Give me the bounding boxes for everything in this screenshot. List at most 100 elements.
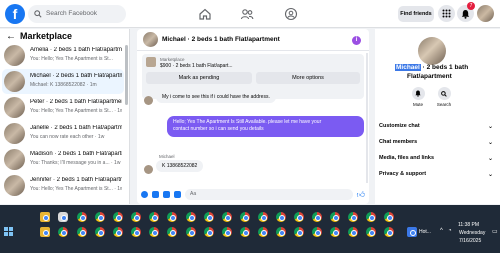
back-arrow-icon[interactable]: ← bbox=[6, 31, 16, 42]
chrome-icon[interactable] bbox=[258, 227, 268, 237]
top-navigation-bar: f Search Facebook Find friends 7 bbox=[0, 0, 500, 28]
menu-grid-button[interactable] bbox=[438, 5, 455, 22]
chrome-icon[interactable] bbox=[95, 227, 105, 237]
chrome-icon[interactable] bbox=[149, 227, 159, 237]
chrome-icon[interactable] bbox=[258, 212, 268, 222]
chrome-icon[interactable] bbox=[186, 212, 196, 222]
chrome-icon[interactable] bbox=[366, 212, 376, 222]
chat-title[interactable]: Michael · 2 beds 1 bath Flat/apartment bbox=[162, 36, 280, 43]
chrome-icon[interactable] bbox=[222, 227, 232, 237]
chrome-icon[interactable] bbox=[113, 227, 123, 237]
message-placeholder: Aa bbox=[190, 191, 197, 197]
taskbar-app-label[interactable]: Hot... bbox=[419, 229, 431, 235]
chrome-icon[interactable] bbox=[348, 212, 358, 222]
section-media-files-links[interactable]: Media, files and links ⌄ bbox=[379, 155, 497, 162]
facebook-logo[interactable]: f bbox=[5, 4, 25, 24]
chrome-icon[interactable] bbox=[330, 212, 340, 222]
groups-icon[interactable] bbox=[284, 7, 298, 21]
chrome-icon[interactable] bbox=[149, 212, 159, 222]
conversation-snippet: You can now rate each other · 1w bbox=[30, 134, 105, 140]
conversation-item-jennifer[interactable]: Jennifer · 2 beds 1 bath Flat/apartm... … bbox=[2, 173, 124, 198]
tray-chevron-up-icon[interactable]: ^ bbox=[440, 228, 443, 234]
gif-icon[interactable] bbox=[174, 191, 181, 198]
conversation-item-janelle[interactable]: Janelle · 2 beds 1 bath Flat/apartm... Y… bbox=[2, 121, 124, 146]
like-icon[interactable]: 👍︎ bbox=[357, 190, 365, 200]
chrome-icon[interactable] bbox=[294, 212, 304, 222]
chrome-icon[interactable] bbox=[312, 227, 322, 237]
friends-icon[interactable] bbox=[240, 7, 254, 21]
find-friends-button[interactable]: Find friends bbox=[398, 6, 434, 22]
plus-icon[interactable] bbox=[141, 191, 148, 198]
chrome-icon[interactable] bbox=[348, 227, 358, 237]
conversation-item-amelia[interactable]: Amelia · 2 beds 1 bath Flat/apartm... Yo… bbox=[2, 43, 124, 68]
listing-source: Marketplace bbox=[160, 57, 185, 62]
app-icon[interactable] bbox=[58, 212, 68, 222]
conversation-title: Janelle · 2 beds 1 bath Flat/apartm... bbox=[30, 125, 122, 131]
conversation-item-madison[interactable]: Madison · 2 beds 1 bath Flat/apartm... Y… bbox=[2, 147, 124, 172]
chrome-icon[interactable] bbox=[77, 227, 87, 237]
notification-center-icon[interactable]: ▭ bbox=[492, 228, 498, 235]
search-conversation-button[interactable]: Search bbox=[432, 87, 456, 107]
mark-as-pending-button[interactable]: Mark as pending bbox=[146, 72, 252, 84]
search-input[interactable]: Search Facebook bbox=[28, 5, 126, 23]
more-options-button[interactable]: More options bbox=[256, 72, 360, 84]
chrome-icon[interactable] bbox=[312, 212, 322, 222]
conversations-scrollbar[interactable] bbox=[125, 45, 128, 105]
chrome-icon[interactable] bbox=[240, 227, 250, 237]
windows-start-icon[interactable] bbox=[4, 227, 13, 236]
listing-price[interactable]: $900 · 2 beds 1 bath Flat/apart... bbox=[160, 63, 233, 69]
chrome-icon[interactable] bbox=[276, 227, 286, 237]
file-explorer-icon[interactable] bbox=[40, 227, 50, 237]
clock-time[interactable]: 11:38 PM bbox=[458, 222, 479, 228]
conversation-snippet: You: Hello; Yes The Apartment is St... ·… bbox=[30, 108, 122, 114]
profile-avatar-button[interactable] bbox=[477, 5, 494, 22]
message-line: contact number so i can send you details bbox=[173, 126, 264, 133]
conversation-item-michael[interactable]: Michael · 2 beds 1 bath Flat/apartm... M… bbox=[2, 69, 124, 94]
contact-avatar[interactable] bbox=[418, 37, 446, 65]
message-input[interactable]: Aa bbox=[185, 189, 353, 200]
conversation-title: Jennifer · 2 beds 1 bath Flat/apartm... bbox=[30, 177, 122, 183]
avatar bbox=[4, 45, 25, 66]
clock-date[interactable]: 7/16/2025 bbox=[459, 238, 481, 244]
chrome-icon[interactable] bbox=[240, 212, 250, 222]
section-privacy-support[interactable]: Privacy & support ⌄ bbox=[379, 171, 497, 178]
chrome-icon[interactable] bbox=[186, 227, 196, 237]
folder-icon[interactable] bbox=[40, 212, 50, 222]
search-label: Search bbox=[436, 102, 452, 107]
chrome-icon[interactable] bbox=[77, 212, 87, 222]
chrome-icon[interactable] bbox=[131, 227, 141, 237]
section-chat-members[interactable]: Chat members ⌄ bbox=[379, 139, 497, 146]
app-window-icon[interactable] bbox=[407, 227, 417, 237]
listing-thumbnail[interactable] bbox=[146, 57, 156, 67]
chrome-icon[interactable] bbox=[222, 212, 232, 222]
chrome-icon[interactable] bbox=[95, 212, 105, 222]
avatar bbox=[4, 123, 25, 144]
chat-scrollbar[interactable] bbox=[366, 53, 368, 183]
conversation-item-peter[interactable]: Peter · 2 beds 1 bath Flat/apartment You… bbox=[2, 95, 124, 120]
chrome-icon[interactable] bbox=[113, 212, 123, 222]
chrome-icon[interactable] bbox=[366, 227, 376, 237]
clock-day[interactable]: Wednesday bbox=[459, 230, 485, 236]
chat-avatar[interactable] bbox=[143, 32, 158, 47]
chrome-icon[interactable] bbox=[330, 227, 340, 237]
chrome-icon[interactable] bbox=[384, 227, 394, 237]
network-icon[interactable]: ◔ bbox=[448, 228, 452, 234]
avatar bbox=[4, 175, 25, 196]
avatar bbox=[4, 149, 25, 170]
chrome-icon[interactable] bbox=[204, 212, 214, 222]
chrome-icon[interactable] bbox=[294, 227, 304, 237]
section-customize-chat[interactable]: Customize chat ⌄ bbox=[379, 123, 497, 130]
chrome-icon[interactable] bbox=[276, 212, 286, 222]
chrome-icon[interactable] bbox=[58, 227, 68, 237]
image-icon[interactable] bbox=[152, 191, 159, 198]
chevron-down-icon: ⌄ bbox=[487, 140, 493, 146]
chrome-icon[interactable] bbox=[131, 212, 141, 222]
chrome-icon[interactable] bbox=[204, 227, 214, 237]
sticker-icon[interactable] bbox=[163, 191, 170, 198]
chrome-icon[interactable] bbox=[167, 227, 177, 237]
info-icon[interactable]: i bbox=[352, 36, 361, 45]
chrome-icon[interactable] bbox=[167, 212, 177, 222]
mute-button[interactable]: Mute bbox=[406, 87, 430, 107]
home-icon[interactable] bbox=[198, 7, 212, 21]
chrome-icon[interactable] bbox=[384, 212, 394, 222]
